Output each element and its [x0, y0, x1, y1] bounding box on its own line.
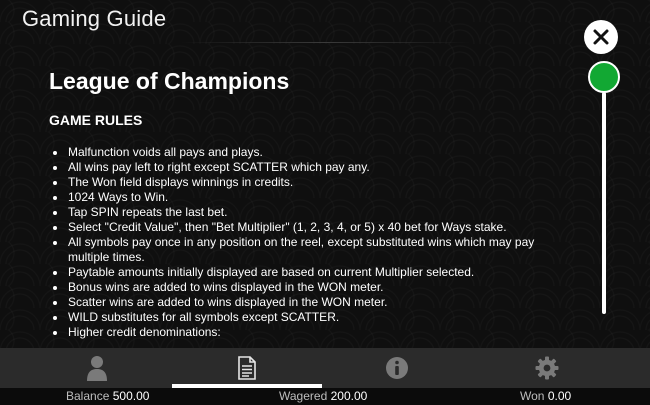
tab-settings[interactable] — [472, 348, 622, 388]
info-icon — [386, 357, 408, 379]
list-item: Higher credit denominations: — [49, 325, 569, 340]
list-item: WILD substitutes for all symbols except … — [49, 310, 569, 325]
bottom-tab-bar — [0, 348, 650, 388]
page-title: Gaming Guide — [22, 6, 167, 31]
wagered-display: Wagered 200.00 — [279, 389, 367, 403]
tab-info[interactable] — [322, 348, 472, 388]
section-heading: GAME RULES — [49, 112, 143, 128]
gear-icon — [535, 356, 559, 380]
list-item: The Won field displays winnings in credi… — [49, 175, 569, 190]
tab-profile[interactable] — [22, 348, 172, 388]
list-item: Bonus wins are added to wins displayed i… — [49, 280, 569, 295]
balance-value: 500.00 — [112, 389, 150, 403]
status-bar: Balance 500.00 Wagered 200.00 Won 0.00 — [0, 388, 650, 405]
wagered-label: Wagered — [279, 389, 328, 403]
list-item: All wins pay left to right except SCATTE… — [49, 160, 569, 175]
list-item: Scatter wins are added to wins displayed… — [49, 295, 569, 310]
person-icon — [87, 356, 107, 381]
scrollbar-track[interactable] — [602, 92, 606, 314]
close-button[interactable] — [584, 20, 618, 54]
list-item: Select "Credit Value", then "Bet Multipl… — [49, 220, 569, 235]
list-item: Tap SPIN repeats the last bet. — [49, 205, 569, 220]
list-item: All symbols pay once in any position on … — [49, 235, 569, 265]
game-title: League of Champions — [49, 68, 290, 94]
rules-content[interactable]: League of Champions GAME RULES Malfuncti… — [49, 66, 569, 348]
header-divider — [180, 42, 470, 43]
list-item: 1024 Ways to Win. — [49, 190, 569, 205]
list-item: Paytable amounts initially displayed are… — [49, 265, 569, 280]
document-icon — [238, 356, 256, 380]
close-icon — [593, 29, 609, 45]
scrollbar-thumb[interactable] — [588, 61, 620, 93]
wagered-value: 200.00 — [330, 389, 368, 403]
won-display: Won 0.00 — [520, 389, 571, 403]
tab-rules[interactable] — [172, 348, 322, 388]
balance-display: Balance 500.00 — [66, 389, 149, 403]
balance-label: Balance — [66, 389, 110, 403]
rules-list: Malfunction voids all pays and plays. Al… — [49, 145, 569, 340]
list-item: Malfunction voids all pays and plays. — [49, 145, 569, 160]
won-value: 0.00 — [547, 389, 572, 403]
won-label: Won — [520, 389, 545, 403]
